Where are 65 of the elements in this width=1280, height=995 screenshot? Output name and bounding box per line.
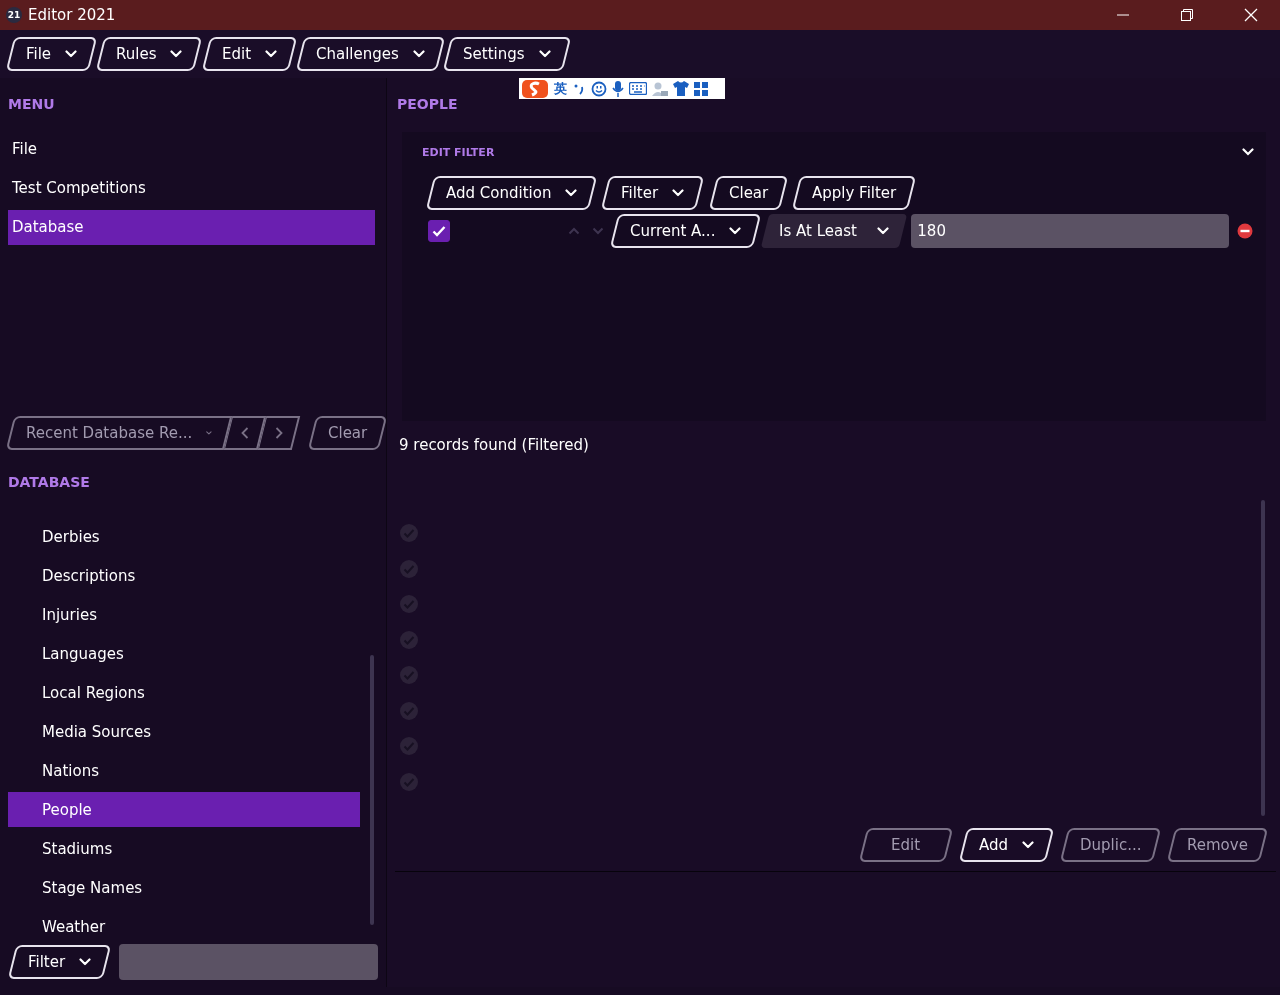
category-list-item[interactable]: Stage Names bbox=[8, 870, 360, 905]
scrollbar[interactable] bbox=[1261, 500, 1265, 816]
chevron-down-icon bbox=[79, 958, 92, 966]
input-mode[interactable]: 英 bbox=[554, 79, 567, 98]
shirt-icon[interactable] bbox=[673, 81, 689, 96]
filter-button[interactable]: Filter bbox=[601, 176, 705, 210]
section-heading: MENU bbox=[7, 95, 56, 114]
back-button[interactable] bbox=[223, 415, 267, 450]
ime-logo-icon[interactable] bbox=[521, 78, 549, 99]
filter-button[interactable]: Apply Filter bbox=[791, 176, 917, 210]
chevron-down-icon bbox=[877, 227, 890, 235]
chevron-right-icon bbox=[274, 426, 283, 439]
grid-icon[interactable] bbox=[694, 81, 708, 96]
chevron-down-icon bbox=[729, 227, 742, 235]
chevron-down-icon bbox=[170, 50, 183, 58]
menu-dropdown[interactable]: Settings bbox=[443, 37, 572, 71]
page-heading: PEOPLE bbox=[397, 95, 458, 114]
checkbox[interactable] bbox=[428, 220, 450, 242]
section-heading: DATABASE bbox=[7, 472, 91, 491]
menu-dropdown[interactable]: File bbox=[5, 37, 98, 71]
filter-button[interactable]: Clear bbox=[708, 176, 788, 210]
category-list-item[interactable]: Derbies bbox=[8, 519, 360, 554]
records-count: 9 records found (Filtered) bbox=[398, 435, 590, 456]
category-list-item[interactable]: Weather bbox=[8, 909, 360, 944]
filter-field[interactable] bbox=[119, 944, 378, 980]
category-list-item[interactable]: Nations bbox=[8, 753, 360, 788]
category-list-item[interactable]: Descriptions bbox=[8, 558, 360, 593]
category-list-item[interactable]: Media Sources bbox=[8, 714, 360, 749]
category-list-item[interactable]: Stadiums bbox=[8, 831, 360, 866]
field-dropdown[interactable]: Current A... bbox=[609, 214, 762, 248]
panel-title: EDIT FILTER bbox=[422, 145, 495, 159]
chevron-down-icon bbox=[264, 50, 277, 58]
chevron-down-icon bbox=[65, 50, 78, 58]
window-title: Editor 2021 bbox=[28, 6, 117, 24]
keyboard-icon[interactable] bbox=[629, 82, 647, 95]
remove-icon[interactable] bbox=[1237, 223, 1254, 239]
menu-item[interactable]: Test Competitions bbox=[8, 170, 375, 206]
chevron-down-icon bbox=[412, 50, 425, 58]
user-icon[interactable] bbox=[652, 80, 668, 97]
smiley-icon[interactable] bbox=[591, 80, 607, 97]
operator-dropdown[interactable]: Is At Least bbox=[761, 214, 908, 248]
menu-item[interactable]: File bbox=[8, 131, 375, 167]
action-button[interactable]: Add bbox=[958, 828, 1054, 862]
menu-dropdown[interactable]: Challenges bbox=[295, 37, 445, 71]
chevron-down-icon bbox=[539, 50, 551, 58]
value-field[interactable]: 180 bbox=[911, 214, 1230, 248]
chevron-down-icon[interactable] bbox=[1242, 148, 1254, 156]
filter-dropdown[interactable]: Filter bbox=[7, 945, 112, 979]
forward-button[interactable] bbox=[257, 415, 301, 450]
move-down-icon[interactable] bbox=[592, 227, 604, 235]
category-list-item[interactable]: People bbox=[8, 792, 360, 827]
menu-dropdown[interactable]: Rules bbox=[95, 37, 203, 71]
chevron-down-icon bbox=[206, 428, 212, 437]
category-list-item[interactable]: Local Regions bbox=[8, 675, 360, 710]
app-badge: 21 bbox=[6, 7, 22, 23]
move-up-icon[interactable] bbox=[568, 227, 580, 235]
category-list-item[interactable]: Languages bbox=[8, 636, 360, 671]
category-list-item[interactable]: Injuries bbox=[8, 597, 360, 632]
checkmark-icon bbox=[432, 225, 446, 237]
chevron-left-icon bbox=[240, 426, 249, 439]
menu-dropdown[interactable]: Edit bbox=[201, 37, 297, 71]
menu-item[interactable]: Database bbox=[8, 209, 375, 245]
scrollbar[interactable] bbox=[370, 655, 374, 925]
microphone-icon[interactable] bbox=[612, 80, 624, 97]
filter-button[interactable]: Add Condition bbox=[425, 176, 598, 210]
